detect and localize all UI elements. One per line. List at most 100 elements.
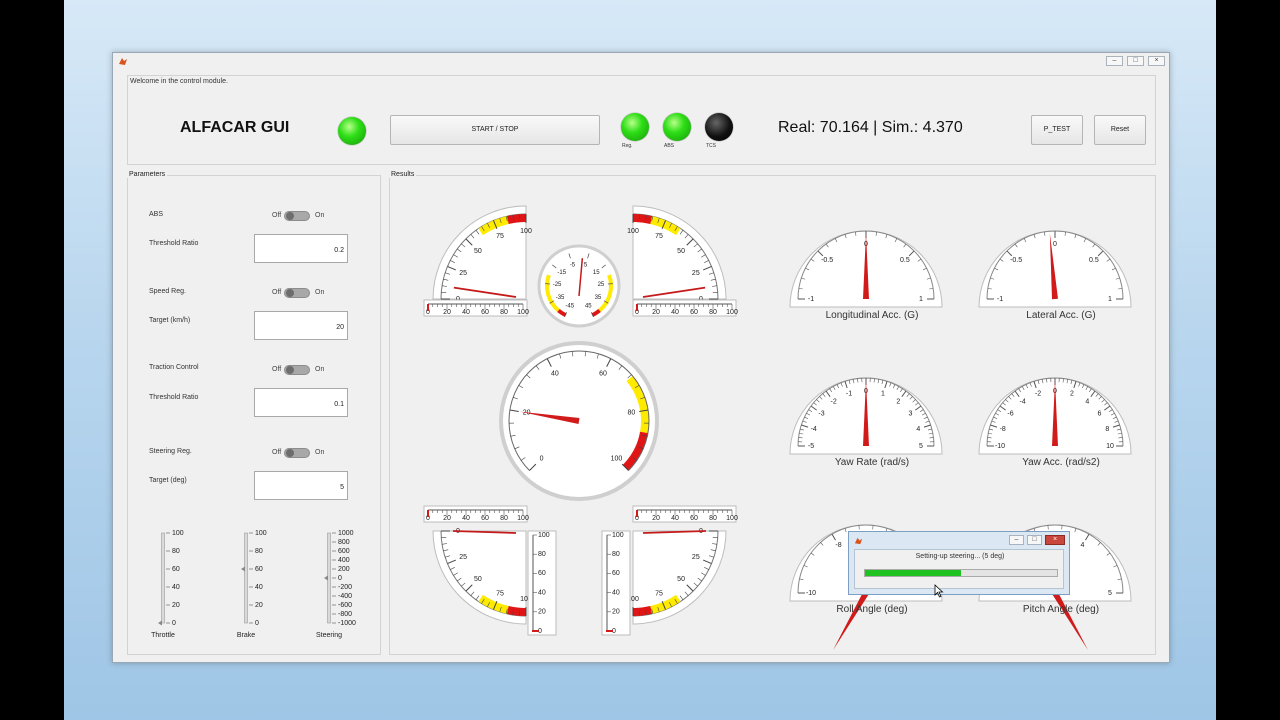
dial-2-tick-label: -2 <box>831 398 837 405</box>
dial-0-tick-label: 1 <box>919 296 923 303</box>
dial-1-tick-label: 0.5 <box>1089 257 1099 264</box>
wheel-gauge-front-left-tick-label: 50 <box>474 248 482 255</box>
wheel-gauge-front-left-tick-label: 25 <box>459 270 467 277</box>
dial-2-tick-label: 1 <box>881 391 885 398</box>
dial-3-tick-label: 10 <box>1106 443 1114 450</box>
dial-1-tick-label: 1 <box>1108 296 1112 303</box>
dialog-body: Setting-up steering... (5 deg) <box>854 549 1064 589</box>
steering-angle-tick-label: -5 <box>570 263 576 269</box>
steering-angle-tick-label: -35 <box>556 295 565 301</box>
wheel-gauge-front-left-red-band <box>506 214 527 224</box>
front-left-scale-frame <box>423 299 528 317</box>
front-right-scale-tick-label: 80 <box>709 309 717 316</box>
rear-right-scale-tick-label: 100 <box>726 515 738 522</box>
rear-right-vscale-frame <box>601 530 631 636</box>
rear-left-scale-frame <box>423 505 528 523</box>
dialog-maximize-button[interactable]: □ <box>1027 535 1042 545</box>
dial-2-tick-label: -5 <box>808 443 814 450</box>
rear-right-scale-tick-label: 20 <box>652 515 660 522</box>
dial-2-tick-label: 5 <box>919 443 923 450</box>
dial-1-tick-label: -0.5 <box>1010 257 1022 264</box>
steering-angle-tick-label: 15 <box>593 270 600 276</box>
rear-right-scale-frame <box>632 505 737 523</box>
dial-3: -10-8-6-4-20246810 <box>978 377 1132 455</box>
dial-1-tick-label: -1 <box>997 296 1003 303</box>
dial-1: -1 -0.5 0 0.5 1 <box>978 230 1132 308</box>
dial-label-yaw-rate: Yaw Rate (rad/s) <box>834 457 910 468</box>
front-right-scale-indicator <box>636 304 638 311</box>
front-right-scale: 0 20 40 60 80 100 <box>632 299 738 317</box>
front-right-scale-tick-label: 40 <box>671 309 679 316</box>
progress-dialog: – □ × Setting-up steering... (5 deg) <box>848 531 1070 595</box>
rear-left-scale-tick-label: 100 <box>517 515 529 522</box>
front-left-scale-tick-label: 20 <box>443 309 451 316</box>
front-right-scale-tick-label: 100 <box>726 309 738 316</box>
speed-gauge-tick-label: 0 <box>540 455 544 462</box>
rear-right-scale-indicator <box>636 510 638 517</box>
rear-left-vscale: 100806040200 <box>527 530 557 636</box>
wheel-gauge-front-right: 0255075100 <box>627 205 727 303</box>
wheel-gauge-front-left-tick-label: 75 <box>496 233 504 240</box>
rear-left-vscale-frame <box>527 530 557 636</box>
steering-angle-gauge: -45-35-25-15-5 515253545 <box>537 244 621 328</box>
dial-3-tick-label: -2 <box>1035 391 1041 398</box>
rear-right-scale-tick-label: 40 <box>671 515 679 522</box>
dial-label-lateral: Lateral Acc. (G) <box>1026 310 1096 321</box>
dial-2-tick-label: 2 <box>896 398 900 405</box>
rear-right-scale: 0 20 40 60 80 100 <box>632 505 738 523</box>
rear-right-scale-tick-label: 60 <box>690 515 698 522</box>
rear-right-vscale: 100806040200 <box>601 530 631 636</box>
dial-3-tick-label: -6 <box>1007 411 1013 418</box>
dial-3-tick-label: -10 <box>995 443 1005 450</box>
rear-left-scale-tick-label: 40 <box>462 515 470 522</box>
speed-gauge-tick-label: 40 <box>551 371 559 378</box>
dial-4-tick-label: -10 <box>806 590 816 597</box>
dial-label-yaw-acc: Yaw Acc. (rad/s2) <box>1022 457 1100 468</box>
front-right-scale-frame <box>632 299 737 317</box>
wheel-gauge-rear-left-tick-label: 75 <box>496 591 504 598</box>
dialog-close-button[interactable]: × <box>1045 535 1065 545</box>
dial-2-tick-label: -3 <box>818 411 824 418</box>
front-right-scale-tick-label: 20 <box>652 309 660 316</box>
dial-2: -5-4-3-2-1012345 <box>789 377 943 455</box>
wheel-gauge-rear-left: 0255075100 <box>432 528 532 625</box>
dial-2-tick-label: -4 <box>811 426 817 433</box>
dial-5-tick-label: 5 <box>1108 590 1112 597</box>
dialog-minimize-button[interactable]: – <box>1009 535 1024 545</box>
rear-right-vscale-tick-label: 100 <box>612 532 624 539</box>
steering-angle-tick-label: -25 <box>553 282 562 288</box>
front-left-scale: 0 20 40 60 80 100 <box>423 299 529 317</box>
wheel-gauge-rear-right-tick-label: 75 <box>655 591 663 598</box>
rear-right-vscale-tick-label: 80 <box>612 551 620 558</box>
dial-2-tick-label: 4 <box>916 426 920 433</box>
speed-gauge-tick-label: 60 <box>599 371 607 378</box>
rear-left-scale-indicator <box>427 510 429 517</box>
rear-right-vscale-tick-label: 20 <box>612 609 620 616</box>
dial-3-tick-label: 4 <box>1085 398 1089 405</box>
wheel-gauge-rear-right-tick-label: 25 <box>692 554 700 561</box>
wheel-gauge-front-right-tick-label: 25 <box>692 270 700 277</box>
progress-bar <box>864 569 1058 577</box>
dial-label-roll: Roll Angle (deg) <box>836 604 908 615</box>
front-left-scale-tick-label: 80 <box>500 309 508 316</box>
front-right-scale-tick-label: 60 <box>690 309 698 316</box>
front-left-scale-tick-label: 100 <box>517 309 529 316</box>
dial-3-tick-label: -8 <box>1000 426 1006 433</box>
rear-right-scale-tick-label: 80 <box>709 515 717 522</box>
steering-angle-tick-label: 25 <box>598 282 605 288</box>
dial-1-tick-label: 0 <box>1053 241 1057 248</box>
wheel-gauge-front-left-tick-label: 100 <box>520 228 532 235</box>
dial-0-tick-label: -0.5 <box>821 257 833 264</box>
wheel-gauge-front-left: 0255075100 <box>432 205 532 303</box>
wheel-gauge-front-right-tick-label: 75 <box>655 233 663 240</box>
wheel-gauge-front-right-red-band <box>632 214 653 224</box>
steering-angle-tick-label: -45 <box>565 304 574 310</box>
dial-3-tick-label: 2 <box>1070 391 1074 398</box>
rear-left-vscale-tick-label: 60 <box>538 570 546 577</box>
rear-left-scale-tick-label: 20 <box>443 515 451 522</box>
dial-3-tick-label: 6 <box>1098 411 1102 418</box>
speed-gauge-tick-label: 100 <box>611 455 623 462</box>
dial-4-tick-label: -8 <box>835 542 841 549</box>
front-left-scale-tick-label: 40 <box>462 309 470 316</box>
dial-2-tick-label: 3 <box>909 411 913 418</box>
